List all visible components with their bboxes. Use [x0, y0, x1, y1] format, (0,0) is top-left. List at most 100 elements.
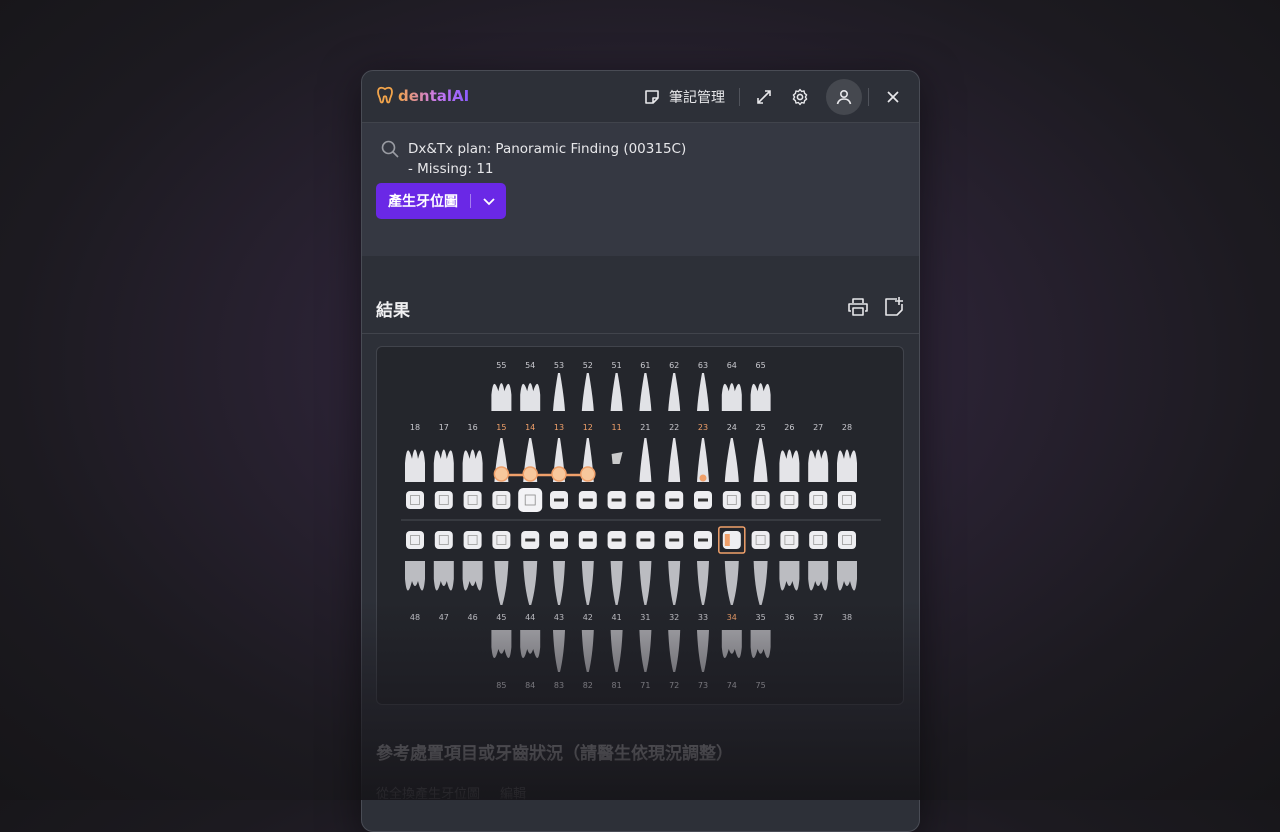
tooth-lower-44	[523, 561, 538, 605]
surface-box-bar	[525, 538, 536, 542]
tooth-number-label: 33	[698, 613, 708, 622]
tooth-number-label: 55	[496, 361, 506, 370]
tooth-upper-25	[753, 438, 768, 482]
tooth-number-label: 51	[612, 361, 622, 370]
tooth-upper-16	[462, 449, 483, 482]
tooth-lower-75	[750, 630, 771, 659]
tooth-lower-83	[553, 630, 565, 672]
bridge-crown-13	[551, 466, 567, 482]
surface-box-bar	[698, 498, 708, 502]
app-logo: dentalAI	[376, 86, 469, 106]
tooth-number-label: 32	[669, 613, 679, 622]
tooth-lower-37	[808, 561, 829, 591]
tooth-number-label: 17	[439, 423, 449, 432]
dental-chart: 55 54 53 52 51 61 62 63 64 65 18 17 16 15 14 13 12 11 21 22…	[376, 346, 904, 705]
surface-box-26	[780, 491, 799, 509]
generate-from-reference-link[interactable]: 從全換產生牙位圖	[376, 783, 480, 802]
tooth-number-label: 13	[554, 423, 564, 432]
tooth-number-label: 44	[525, 613, 535, 622]
tooth-number-label: 23	[698, 423, 708, 432]
finding-dot-23	[699, 474, 707, 482]
tooth-lower-81	[610, 630, 623, 672]
surface-box-bar	[582, 498, 593, 502]
reference-actions: 從全換產生牙位圖 編輯	[376, 783, 526, 802]
settings-button[interactable]	[782, 79, 818, 115]
missing-tooth-mark	[611, 452, 623, 464]
reference-title: 參考處置項目或牙齒狀況（請醫生依現況調整）	[376, 744, 733, 764]
tooth-number-label: 81	[612, 681, 622, 690]
note-icon	[645, 89, 659, 104]
generate-label: 產生牙位圖	[388, 194, 458, 210]
notes-button[interactable]: 筆記管理	[643, 87, 725, 107]
surface-box-bar	[611, 538, 622, 542]
result-header: 結果	[362, 282, 919, 334]
tooth-number-label: 63	[698, 361, 708, 370]
tooth-number-label: 26	[784, 423, 794, 432]
tooth-number-label: 45	[496, 613, 506, 622]
tooth-number-label: 54	[525, 361, 535, 370]
chevron-down-icon	[482, 198, 495, 206]
tooth-upper-27	[808, 449, 829, 482]
tooth-lower-35	[753, 561, 768, 605]
tooth-number-label: 22	[669, 423, 679, 432]
expand-button[interactable]	[746, 79, 782, 115]
surface-box-25	[751, 491, 770, 509]
user-avatar-button[interactable]	[826, 78, 862, 115]
tooth-number-label: 35	[756, 613, 766, 622]
tooth-upper-21	[639, 438, 652, 482]
tooth-upper-55	[491, 383, 512, 411]
surface-box-bar	[554, 498, 564, 502]
surface-box-bar	[640, 538, 651, 542]
query-line: Dx&Tx plan: Panoramic Finding (00315C)	[408, 141, 687, 157]
surface-box-bar	[669, 498, 680, 502]
tooth-lower-74	[721, 630, 742, 659]
tooth-number-label: 42	[583, 613, 593, 622]
surface-box-36	[780, 531, 799, 549]
top-bar: dentalAI 筆記管理	[362, 71, 919, 123]
tooth-lower-82	[581, 630, 594, 672]
edit-link[interactable]: 編輯	[500, 783, 526, 802]
tooth-number-label: 36	[784, 613, 794, 622]
query-line: - Missing: 11	[408, 161, 494, 177]
tooth-number-label: 14	[525, 423, 535, 432]
tooth-upper-22	[668, 438, 681, 482]
tooth-lower-34	[724, 561, 739, 605]
generate-chart-button[interactable]: 產生牙位圖	[376, 183, 506, 219]
tooth-number-label: 21	[640, 423, 650, 432]
tooth-number-label: 37	[813, 613, 823, 622]
add-note-button[interactable]	[881, 294, 907, 324]
add-note-icon	[885, 297, 903, 316]
tooth-number-label: 18	[410, 423, 420, 432]
surface-box-16	[463, 491, 482, 509]
tooth-number-label: 71	[640, 681, 650, 690]
tooth-upper-17	[433, 449, 454, 482]
tooth-logo-icon	[377, 86, 393, 104]
tooth-upper-28	[837, 449, 857, 482]
tooth-number-label: 48	[410, 613, 420, 622]
tooth-number-label: 85	[496, 681, 506, 690]
tooth-upper-26	[779, 449, 800, 482]
tooth-upper-52	[581, 373, 594, 411]
user-icon	[836, 89, 852, 104]
tooth-upper-63	[697, 373, 709, 411]
surface-box-bar	[582, 538, 593, 542]
tooth-lower-42	[581, 561, 594, 605]
tooth-number-label: 61	[640, 361, 650, 370]
print-button[interactable]	[845, 294, 871, 324]
tooth-number-label: 11	[612, 423, 622, 432]
tooth-upper-61	[639, 373, 652, 411]
tooth-number-label: 25	[756, 423, 766, 432]
tooth-number-label: 41	[612, 613, 622, 622]
surface-box-bar	[669, 538, 680, 542]
tooth-number-label: 16	[468, 423, 478, 432]
tooth-upper-64	[721, 383, 742, 411]
generate-dropdown[interactable]	[471, 194, 506, 208]
divider	[739, 87, 740, 106]
tooth-number-label: 28	[842, 423, 852, 432]
tooth-lower-45	[494, 561, 509, 605]
surface-box-45	[492, 531, 511, 549]
tooth-number-label: 65	[756, 361, 766, 370]
tooth-lower-48	[405, 561, 425, 591]
tooth-number-label: 83	[554, 681, 564, 690]
close-button[interactable]	[875, 79, 911, 115]
